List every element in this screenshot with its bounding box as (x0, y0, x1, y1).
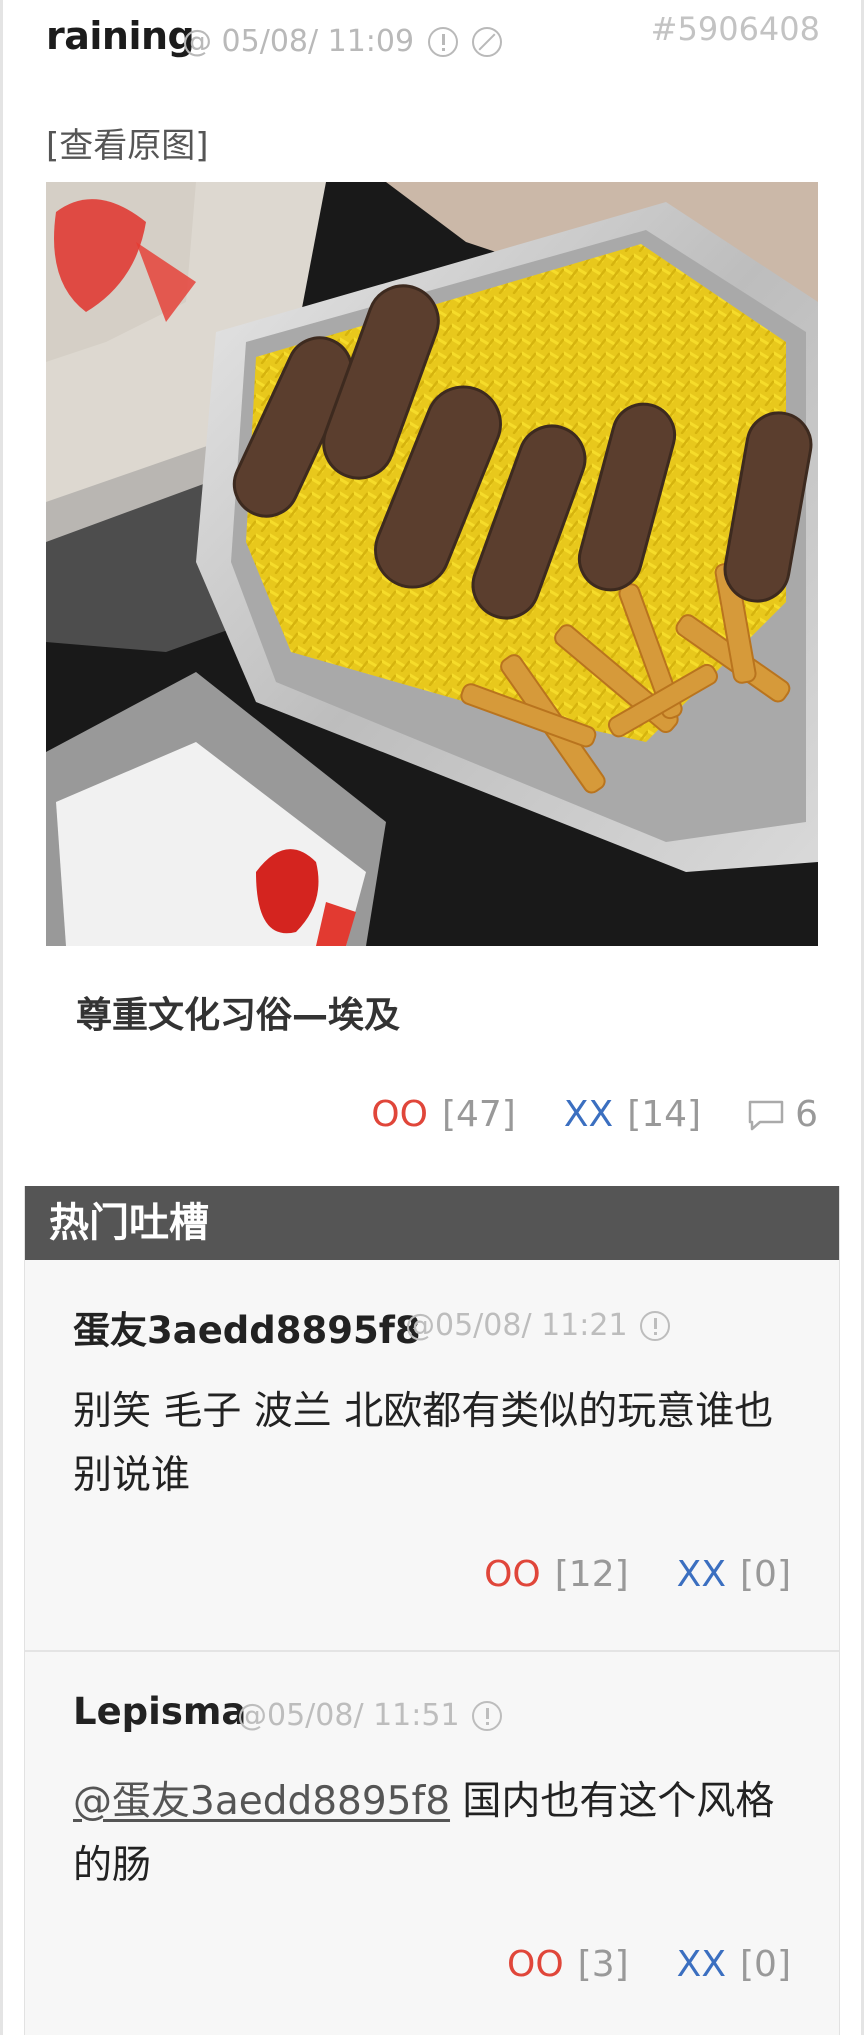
view-original-link[interactable]: [查看原图] (46, 118, 209, 167)
comment-count: 6 (795, 1094, 818, 1135)
report-icon[interactable] (639, 1310, 670, 1341)
report-icon[interactable] (471, 1700, 502, 1731)
oo-vote-button[interactable]: OO (371, 1094, 428, 1135)
comment-count-button[interactable]: 6 (747, 1094, 818, 1135)
oo-count: [47] (441, 1094, 516, 1135)
oo-count: [3] (577, 1944, 629, 1985)
post-caption: 尊重文化习俗—埃及 (76, 995, 401, 1036)
comment-author[interactable]: Lepisma (73, 1690, 246, 1733)
mention-link[interactable]: @蛋友3aedd8895f8 (73, 1779, 450, 1824)
report-icon[interactable] (428, 26, 459, 57)
post-image[interactable] (46, 182, 818, 946)
block-icon[interactable] (472, 26, 503, 57)
comment-item: Lepisma @05/08/ 11:51 @蛋友3aedd8895f8 国内也… (25, 1652, 839, 2035)
post-id[interactable]: #5906408 (651, 10, 820, 48)
comment-meta: @05/08/ 11:21 (405, 1308, 670, 1343)
post-header: raining @ 05/08/ 11:09 #5906408 (46, 10, 820, 70)
comment-bubble-icon (748, 1100, 784, 1130)
comment-text: @蛋友3aedd8895f8 国内也有这个风格的肠 (73, 1770, 793, 1898)
hot-comments-title: 热门吐槽 (25, 1186, 839, 1260)
oo-count: [12] (554, 1554, 629, 1595)
xx-count: [14] (627, 1094, 702, 1135)
post-author[interactable]: raining (46, 14, 195, 58)
comment-item: 蛋友3aedd8895f8 @05/08/ 11:21 别笑 毛子 波兰 北欧都… (25, 1260, 839, 1652)
comment-time: @05/08/ 11:21 (405, 1308, 628, 1343)
page-left-border (0, 0, 3, 2035)
post-vote-bar: OO [47] XX [14] 6 (371, 1094, 818, 1135)
comment-vote-bar: OO [12] XX [0] (484, 1554, 791, 1595)
hot-comments-section: 热门吐槽 蛋友3aedd8895f8 @05/08/ 11:21 别笑 毛子 波… (24, 1186, 840, 2035)
comment-time: @05/08/ 11:51 (237, 1698, 460, 1733)
xx-count: [0] (740, 1944, 791, 1985)
post-time: @ 05/08/ 11:09 (182, 24, 415, 59)
comment-meta: @05/08/ 11:51 (237, 1698, 502, 1733)
oo-vote-button[interactable]: OO (484, 1554, 541, 1595)
oo-vote-button[interactable]: OO (507, 1944, 564, 1985)
comment-author[interactable]: 蛋友3aedd8895f8 (73, 1300, 421, 1354)
xx-vote-button[interactable]: XX (677, 1554, 726, 1595)
xx-vote-button[interactable]: XX (677, 1944, 726, 1985)
comment-text: 别笑 毛子 波兰 北欧都有类似的玩意谁也别说谁 (73, 1389, 774, 1498)
comment-vote-bar: OO [3] XX [0] (507, 1944, 791, 1985)
xx-count: [0] (740, 1554, 791, 1595)
post-meta: @ 05/08/ 11:09 (182, 24, 503, 59)
xx-vote-button[interactable]: XX (564, 1094, 613, 1135)
